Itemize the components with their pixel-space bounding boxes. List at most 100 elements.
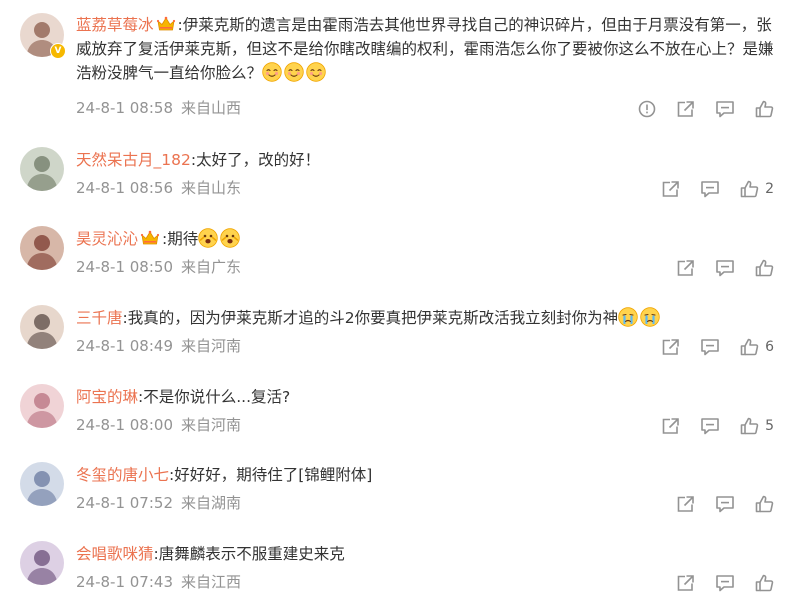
username-link[interactable]: 冬玺的唐小七 <box>76 466 169 484</box>
user-avatar[interactable] <box>20 462 64 506</box>
comment-meta: 24-8-1 08:56 来自山东 <box>76 177 241 198</box>
share-button[interactable] <box>676 574 695 592</box>
like-button[interactable] <box>755 259 774 277</box>
comment-location: 来自广东 <box>181 258 242 276</box>
comment-content: 不是你说什么...复活? <box>143 388 291 406</box>
reply-button[interactable] <box>715 259 735 277</box>
comment-location: 来自江西 <box>181 573 242 591</box>
like-icon <box>755 259 774 277</box>
user-avatar[interactable] <box>20 384 64 428</box>
like-icon <box>755 574 774 592</box>
share-icon <box>676 100 695 118</box>
reply-button[interactable] <box>715 495 735 513</box>
comment-body: 会唱歌咪猜:唐舞麟表示不服重建史来克 24-8-1 07:43 来自江西 <box>76 541 774 592</box>
comment-icon <box>715 100 735 118</box>
user-avatar[interactable] <box>20 147 64 191</box>
comment-meta: 24-8-1 08:49 来自河南 <box>76 335 241 356</box>
like-button[interactable]: 5 <box>740 417 774 435</box>
share-button[interactable] <box>661 417 680 435</box>
share-icon <box>676 259 695 277</box>
comment-body: 三千唐:我真的，因为伊莱克斯才追的斗2你要真把伊莱克斯改活我立刻封你为神 24-8… <box>76 305 774 356</box>
like-icon <box>740 180 759 198</box>
user-avatar[interactable] <box>20 541 64 585</box>
share-button[interactable] <box>676 495 695 513</box>
like-icon <box>755 100 774 118</box>
comment-meta: 24-8-1 07:52 来自湖南 <box>76 492 241 513</box>
reply-button[interactable] <box>700 180 720 198</box>
crown-badge-icon <box>156 15 176 33</box>
comment-location: 来自山东 <box>181 179 242 197</box>
comment-actions: 2 <box>641 177 774 201</box>
comment-body: 昊灵沁沁:期待 24-8-1 08:50 来自广东 <box>76 226 774 277</box>
comment-content: 太好了，改的好！ <box>196 151 321 169</box>
username-link[interactable]: 会唱歌咪猜 <box>76 545 154 563</box>
like-count: 5 <box>765 418 774 434</box>
comment-date: 24-8-1 07:43 <box>76 573 173 591</box>
reply-button[interactable] <box>715 574 735 592</box>
comment-icon <box>700 417 720 435</box>
share-icon <box>676 495 695 513</box>
comment-icon <box>715 259 735 277</box>
share-button[interactable] <box>676 100 695 118</box>
comment-text: 天然呆古月_182:太好了，改的好！ <box>76 148 774 172</box>
comment-text: 蓝荔草莓冰:伊莱克斯的遗言是由霍雨浩去其他世界寻找自己的神识碎片，但由于月票没有… <box>76 13 774 85</box>
excited-emoji <box>198 228 218 248</box>
comment-date: 24-8-1 08:56 <box>76 179 173 197</box>
comment-date: 24-8-1 08:50 <box>76 258 173 276</box>
like-button[interactable] <box>755 495 774 513</box>
verified-badge-icon: V <box>50 43 66 59</box>
comment-meta: 24-8-1 08:58 来自山西 <box>76 97 241 118</box>
comment-date: 24-8-1 07:52 <box>76 494 173 512</box>
user-avatar[interactable] <box>20 305 64 349</box>
reply-button[interactable] <box>700 338 720 356</box>
like-button[interactable]: 2 <box>740 180 774 198</box>
like-button[interactable] <box>755 574 774 592</box>
comment-location: 来自河南 <box>181 337 242 355</box>
username-link[interactable]: 昊灵沁沁 <box>76 230 138 248</box>
share-button[interactable] <box>661 180 680 198</box>
like-button[interactable] <box>755 100 774 118</box>
username-link[interactable]: 阿宝的琳 <box>76 388 138 406</box>
share-button[interactable] <box>661 338 680 356</box>
reply-button[interactable] <box>715 100 735 118</box>
comment-content: 好好好，期待住了[锦鲤附体] <box>174 466 373 484</box>
excited-emoji <box>220 228 240 248</box>
share-icon <box>661 338 680 356</box>
like-icon <box>755 495 774 513</box>
comment-content: 唐舞麟表示不服重建史来克 <box>158 545 345 563</box>
comment-location: 来自河南 <box>181 416 242 434</box>
comment-text: 三千唐:我真的，因为伊莱克斯才追的斗2你要真把伊莱克斯改活我立刻封你为神 <box>76 306 774 330</box>
crying-emoji <box>640 307 660 327</box>
comment-icon <box>715 574 735 592</box>
comment-actions <box>656 492 774 516</box>
comment-date: 24-8-1 08:58 <box>76 99 173 117</box>
share-button[interactable] <box>676 259 695 277</box>
comment-icon <box>715 495 735 513</box>
crying-emoji <box>618 307 638 327</box>
comment-actions <box>618 97 774 121</box>
comment-meta: 24-8-1 07:43 来自江西 <box>76 571 241 592</box>
comment-meta: 24-8-1 08:00 来自河南 <box>76 414 241 435</box>
comment-actions <box>656 571 774 595</box>
comment-actions <box>656 256 774 280</box>
comment-date: 24-8-1 08:49 <box>76 337 173 355</box>
reply-button[interactable] <box>700 417 720 435</box>
username-link[interactable]: 天然呆古月_182 <box>76 151 191 169</box>
comment-text: 冬玺的唐小七:好好好，期待住了[锦鲤附体] <box>76 463 774 487</box>
blush-emoji <box>262 62 282 82</box>
report-icon <box>638 100 656 118</box>
like-count: 2 <box>765 181 774 197</box>
username-link[interactable]: 蓝荔草莓冰 <box>76 16 154 34</box>
comment-actions: 6 <box>641 335 774 359</box>
comment-content: 期待 <box>167 230 199 248</box>
share-icon <box>676 574 695 592</box>
user-avatar[interactable] <box>20 226 64 270</box>
like-icon <box>740 338 759 356</box>
report-button[interactable] <box>638 100 656 118</box>
like-button[interactable]: 6 <box>740 338 774 356</box>
comment-text: 阿宝的琳:不是你说什么...复活? <box>76 385 774 409</box>
username-link[interactable]: 三千唐 <box>76 309 123 327</box>
like-icon <box>740 417 759 435</box>
comment-meta: 24-8-1 08:50 来自广东 <box>76 256 241 277</box>
comment-body: 阿宝的琳:不是你说什么...复活? 24-8-1 08:00 来自河南 5 <box>76 384 774 435</box>
